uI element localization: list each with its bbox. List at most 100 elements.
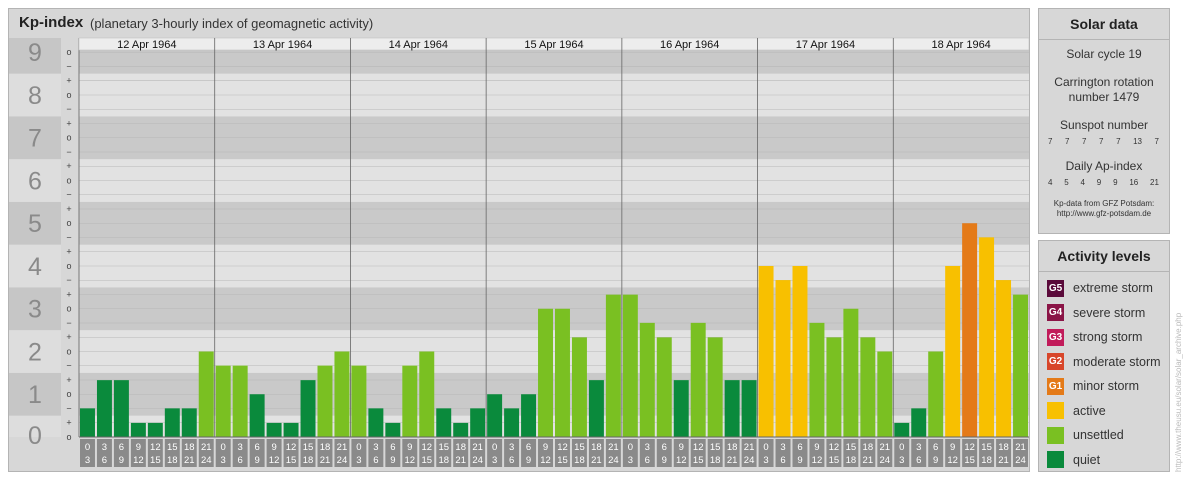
time-label-start: 0 [356, 442, 361, 453]
kp-bar [877, 351, 893, 437]
time-label-start: 15 [303, 442, 314, 453]
source-link[interactable]: http://www.gfz-potsdam.de [1039, 209, 1169, 219]
sunspot-value: 7 [1048, 137, 1053, 146]
time-label-end: 18 [846, 455, 857, 466]
time-label-start: 18 [591, 442, 602, 453]
kp-bar [385, 422, 401, 437]
kp-bar [724, 380, 740, 437]
time-label-end: 24 [608, 455, 619, 466]
time-label-end: 3 [492, 455, 497, 466]
time-label-start: 12 [286, 442, 297, 453]
time-label-end: 9 [526, 455, 531, 466]
time-label-start: 12 [964, 442, 975, 453]
kp-bar [690, 322, 706, 437]
legend-swatch: G1 [1047, 377, 1064, 395]
time-label-end: 3 [628, 455, 633, 466]
y-tick-label: 9 [28, 39, 42, 67]
time-label-start: 0 [85, 442, 90, 453]
time-label-start: 3 [780, 442, 785, 453]
time-label-start: 12 [557, 442, 568, 453]
kp-bar [96, 380, 112, 437]
kp-bar [979, 237, 995, 437]
legend-label: moderate storm [1073, 354, 1161, 369]
time-label-start: 21 [1015, 442, 1026, 453]
kp-bar [249, 394, 265, 437]
time-label-start: 12 [421, 442, 432, 453]
legend-item: quiet [1039, 448, 1169, 473]
chart-title: Kp-index [19, 14, 84, 31]
kp-bar [215, 365, 231, 437]
legend-item: unsettled [1039, 423, 1169, 448]
kp-bar [334, 351, 350, 437]
solar-cycle: Solar cycle 19 [1066, 47, 1142, 61]
kp-bar [639, 322, 655, 437]
y-tick-label: 7 [28, 125, 42, 153]
time-label-start: 6 [526, 442, 531, 453]
kp-bar [758, 265, 774, 437]
time-label-end: 9 [797, 455, 802, 466]
time-label-end: 6 [916, 455, 921, 466]
legend-label: strong storm [1073, 330, 1143, 345]
kp-bar [487, 394, 503, 437]
day-label: 13 Apr 1964 [253, 39, 312, 51]
kp-bar [622, 294, 638, 437]
time-label-end: 6 [373, 455, 378, 466]
kp-bar [945, 265, 961, 437]
sunspot-value: 7 [1116, 137, 1121, 146]
time-label-start: 6 [933, 442, 938, 453]
kp-bar [996, 280, 1012, 437]
time-label-end: 21 [320, 455, 331, 466]
time-label-end: 24 [201, 455, 212, 466]
kp-bar [656, 337, 672, 437]
legend-label: unsettled [1073, 428, 1124, 443]
kp-chart: 0123456789o+−o+−o+−o+−o+−o+−o+−o+−o+−o12… [9, 37, 1030, 467]
sunspot-label: Sunspot number [1059, 118, 1149, 132]
time-label-start: 15 [167, 442, 178, 453]
y-minor-label: + [66, 289, 71, 299]
kp-bar [317, 365, 333, 437]
y-minor-label: o [66, 218, 71, 228]
time-label-end: 15 [150, 455, 161, 466]
kp-bar [198, 351, 214, 437]
y-minor-label: o [66, 261, 71, 271]
time-label-start: 3 [238, 442, 243, 453]
day-label: 12 Apr 1964 [117, 39, 176, 51]
time-label-end: 18 [981, 455, 992, 466]
time-label-start: 18 [184, 442, 195, 453]
y-minor-label: + [66, 204, 71, 214]
time-label-start: 18 [320, 442, 331, 453]
legend-label: minor storm [1073, 379, 1139, 394]
kp-chart-panel: 0 1 2 3 4 5 6 7 8 9 o + − o + − o + − o + − o + − o + − o + − o + − o + − o 12… [8, 8, 1030, 472]
time-label-start: 12 [693, 442, 704, 453]
kp-bar [504, 408, 520, 437]
time-label-start: 12 [829, 442, 840, 453]
y-minor-label: − [66, 61, 71, 71]
kp-bar [130, 422, 146, 437]
time-label-end: 21 [455, 455, 466, 466]
time-label-start: 6 [390, 442, 395, 453]
activity-levels-panel: Activity levels G5 extreme storm G4 severe … [1038, 240, 1170, 472]
time-label-start: 21 [880, 442, 891, 453]
time-label-start: 12 [150, 442, 161, 453]
time-label-end: 15 [286, 455, 297, 466]
time-label-end: 21 [863, 455, 874, 466]
time-label-end: 12 [133, 455, 144, 466]
ap-value: 21 [1150, 178, 1159, 187]
time-label-start: 18 [727, 442, 738, 453]
y-minor-label: + [66, 76, 71, 86]
kp-bar [792, 265, 808, 437]
time-label-start: 15 [574, 442, 585, 453]
y-tick-label: 1 [28, 381, 42, 409]
y-minor-label: − [66, 190, 71, 200]
time-label-end: 9 [933, 455, 938, 466]
ap-value: 9 [1113, 178, 1118, 187]
kp-bar [555, 308, 570, 437]
sunspot-value: 7 [1065, 137, 1070, 146]
kp-bar [775, 280, 791, 437]
time-label-end: 24 [744, 455, 755, 466]
y-tick-label: 2 [28, 338, 42, 366]
y-tick-label: 4 [28, 253, 42, 281]
legend-swatch: G2 [1047, 353, 1064, 371]
time-label-end: 21 [727, 455, 738, 466]
time-label-start: 9 [543, 442, 548, 453]
